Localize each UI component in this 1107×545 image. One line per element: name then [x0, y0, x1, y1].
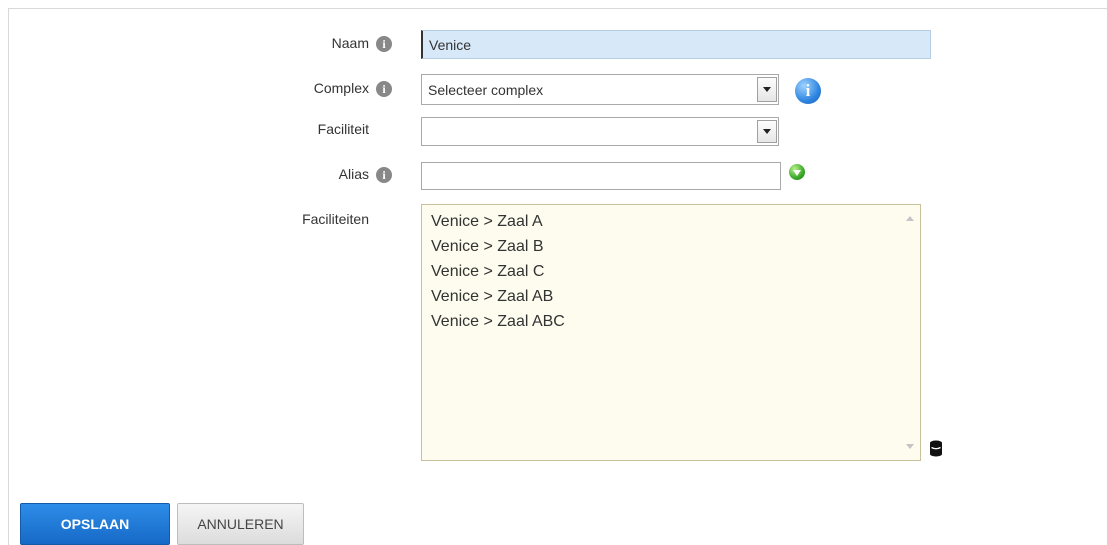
complex-select[interactable]: Selecteer complex: [421, 74, 779, 105]
naam-label: Naam: [331, 35, 369, 51]
complex-select-value: Selecteer complex: [428, 81, 544, 98]
faciliteit-label: Faciliteit: [317, 121, 369, 137]
alias-label: Alias: [338, 166, 369, 182]
complex-label: Complex: [313, 80, 369, 96]
list-item[interactable]: Venice > Zaal ABC: [431, 312, 920, 337]
save-button[interactable]: OPSLAAN: [20, 503, 170, 545]
chevron-down-icon[interactable]: [757, 120, 777, 143]
faciliteiten-list: Venice > Zaal A Venice > Zaal B Venice >…: [422, 205, 920, 337]
blue-info-icon[interactable]: i: [795, 78, 821, 104]
cancel-button[interactable]: ANNULEREN: [177, 503, 304, 545]
scroll-up-arrow-icon[interactable]: [906, 216, 914, 221]
scroll-down-arrow-icon[interactable]: [906, 444, 914, 449]
faciliteiten-label: Faciliteiten: [302, 211, 369, 227]
chevron-down-icon[interactable]: [757, 77, 777, 102]
naam-input[interactable]: Venice: [421, 30, 931, 59]
faciliteiten-listbox[interactable]: Venice > Zaal A Venice > Zaal B Venice >…: [421, 204, 921, 461]
complex-info-icon[interactable]: i: [376, 81, 392, 97]
add-alias-icon[interactable]: [789, 164, 805, 180]
cancel-button-label: ANNULEREN: [197, 516, 284, 532]
alias-input[interactable]: [421, 162, 781, 190]
list-item[interactable]: Venice > Zaal B: [431, 237, 920, 262]
list-item[interactable]: Venice > Zaal AB: [431, 287, 920, 312]
faciliteit-select[interactable]: [421, 117, 779, 146]
naam-info-icon[interactable]: i: [376, 36, 392, 52]
save-button-label: OPSLAAN: [60, 516, 130, 532]
list-item[interactable]: Venice > Zaal A: [431, 212, 920, 237]
database-icon[interactable]: [929, 440, 943, 457]
naam-input-value: Venice: [429, 36, 472, 53]
list-item[interactable]: Venice > Zaal C: [431, 262, 920, 287]
alias-info-icon[interactable]: i: [376, 167, 392, 183]
